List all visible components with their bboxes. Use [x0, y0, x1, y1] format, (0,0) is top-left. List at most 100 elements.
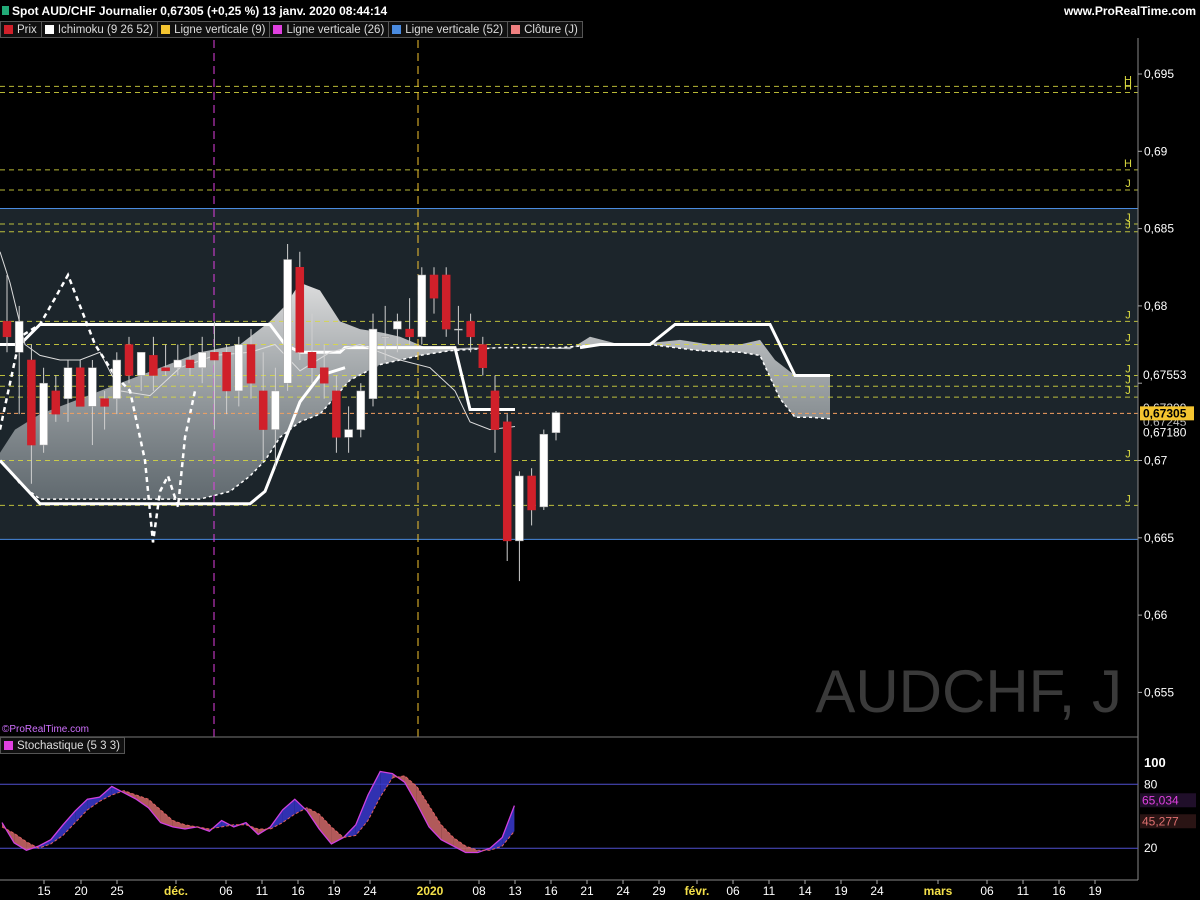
- chart-canvas: HHHJJJJJJJJJJ AUDCHF, J 0,6950,690,6850,…: [0, 38, 1196, 898]
- candle-body-21: [258, 390, 268, 430]
- stoch-k-tag: 65,034: [1142, 793, 1179, 807]
- candle-body-25: [307, 352, 317, 368]
- stoch-fill-26: [319, 814, 332, 844]
- price-tag-low: 0,67180: [1143, 426, 1187, 440]
- candle-body-9: [112, 359, 122, 399]
- candle-body-4: [51, 390, 61, 415]
- site-link[interactable]: www.ProRealTime.com: [1064, 4, 1196, 18]
- x-tick-label-14: 24: [616, 884, 630, 898]
- legend-item-4[interactable]: Ligne verticale (52): [388, 21, 509, 38]
- x-tick-label-10: 08: [472, 884, 486, 898]
- legend-item-1[interactable]: Ichimoku (9 26 52): [40, 21, 159, 38]
- candle-body-34: [417, 274, 427, 338]
- candle-body-3: [39, 382, 48, 446]
- stoch-tick-label-0: 100: [1144, 755, 1166, 770]
- candle-body-6: [75, 367, 85, 407]
- level-label-5: J: [1125, 220, 1131, 232]
- legend-item-2[interactable]: Ligne verticale (9): [157, 21, 271, 38]
- stoch-d-tag: 45,277: [1142, 814, 1179, 828]
- time-axis[interactable]: 15 20 25 déc. 06 11 16 19 24 2020 08 13 16 21 24 29 févr…: [0, 879, 1138, 898]
- candle-body-23: [283, 259, 292, 384]
- legend-swatch-5: [511, 25, 521, 34]
- y-tick-label-3: 0,68: [1144, 299, 1168, 313]
- legend-label-0: Prix: [17, 23, 37, 36]
- level-label-7: J: [1125, 333, 1131, 345]
- x-tick-label-15: 29: [652, 884, 666, 898]
- header-bar: Spot AUD/CHF Journalier 0,67305 (+0,25 %…: [0, 0, 1200, 22]
- x-tick-label-13: 21: [580, 884, 594, 898]
- stoch-fill-23: [282, 799, 295, 823]
- x-tick-label-5: 11: [256, 884, 269, 898]
- prorealtime-credit: ©ProRealTime.com: [2, 724, 90, 735]
- level-label-10: J: [1125, 385, 1131, 397]
- stoch-tick-label-2: 20: [1144, 841, 1158, 855]
- y-tick-label-0: 0,695: [1144, 67, 1174, 81]
- stoch-fill-6: [75, 799, 88, 823]
- y-tick-label-1: 0,69: [1144, 144, 1168, 158]
- x-tick-label-7: 19: [327, 884, 341, 898]
- stoch-fill-38: [465, 846, 478, 853]
- y-tick-label-7: 0,66: [1144, 608, 1168, 622]
- stochastic-legend-label: Stochastique (5 3 3): [17, 739, 120, 752]
- candle-body-36: [441, 274, 451, 330]
- level-label-12: J: [1125, 493, 1131, 505]
- legend-label-4: Ligne verticale (52): [405, 23, 504, 36]
- candle-body-1: [14, 321, 24, 353]
- x-tick-label-4: 06: [219, 884, 233, 898]
- x-tick-label-22: mars: [924, 884, 953, 898]
- candle-body-30: [368, 328, 378, 399]
- price-axis[interactable]: 0,695 0,69 0,685 0,68 0,67 0,665 0,66 0,655 0,67…: [1137, 38, 1194, 880]
- x-tick-label-23: 06: [980, 884, 994, 898]
- candle-body-22: [271, 390, 280, 430]
- candle-body-10: [124, 344, 134, 376]
- legend-item-3[interactable]: Ligne verticale (26): [269, 21, 390, 38]
- candle-body-0: [2, 321, 12, 338]
- candle-body-14: [173, 359, 183, 368]
- x-tick-label-11: 13: [508, 884, 522, 898]
- legend-label-2: Ligne verticale (9): [174, 23, 266, 36]
- candle-body-17: [210, 352, 219, 361]
- level-label-3: J: [1125, 178, 1131, 190]
- y-tick-label-8: 0,655: [1144, 685, 1174, 699]
- x-tick-label-9: 2020: [417, 884, 444, 898]
- y-tick-label-6: 0,665: [1144, 531, 1174, 545]
- watermark-text: AUDCHF, J: [815, 658, 1122, 725]
- candle-body-35: [429, 274, 439, 299]
- x-tick-label-19: 14: [798, 884, 812, 898]
- legend-label-5: Clôture (J): [524, 23, 578, 36]
- candle-body-19: [234, 344, 244, 392]
- x-tick-label-1: 20: [74, 884, 88, 898]
- level-label-6: J: [1125, 309, 1131, 321]
- stoch-tick-label-1: 80: [1144, 777, 1158, 791]
- x-tick-label-20: 19: [834, 884, 848, 898]
- x-tick-label-24: 11: [1017, 884, 1030, 898]
- candle-body-13: [161, 367, 170, 372]
- candle-body-24: [295, 267, 305, 353]
- candle-body-16: [197, 352, 207, 368]
- legend-label-3: Ligne verticale (26): [286, 23, 385, 36]
- x-tick-label-26: 19: [1088, 884, 1102, 898]
- legend-swatch-2: [161, 25, 171, 34]
- stoch-fill-30: [368, 771, 381, 821]
- candle-body-27: [332, 390, 341, 438]
- candle-body-5: [63, 367, 73, 399]
- price-tag-last: 0,67305: [1143, 406, 1187, 420]
- legend-swatch-0: [4, 25, 13, 34]
- candle-body-37: [454, 328, 463, 331]
- candle-body-42: [515, 475, 524, 542]
- candle-body-32: [393, 321, 402, 330]
- legend-item-0[interactable]: Prix: [0, 21, 42, 38]
- candle-body-11: [136, 352, 146, 376]
- y-tick-label-5: 0,67: [1144, 454, 1168, 468]
- instrument-icon: [2, 6, 9, 15]
- legend-item-stochastic[interactable]: Stochastique (5 3 3): [0, 737, 125, 754]
- candle-body-40: [490, 390, 500, 430]
- legend-item-5[interactable]: Clôture (J): [507, 21, 583, 38]
- x-tick-label-2: 25: [110, 884, 124, 898]
- chart-title: Spot AUD/CHF Journalier 0,67305 (+0,25 %…: [12, 4, 388, 18]
- y-tick-label-2: 0,685: [1144, 222, 1174, 236]
- legend-swatch-1: [44, 25, 54, 34]
- legend-label-1: Ichimoku (9 26 52): [57, 23, 154, 36]
- x-tick-label-18: 11: [763, 884, 776, 898]
- watermark-layer: AUDCHF, J: [815, 658, 1122, 725]
